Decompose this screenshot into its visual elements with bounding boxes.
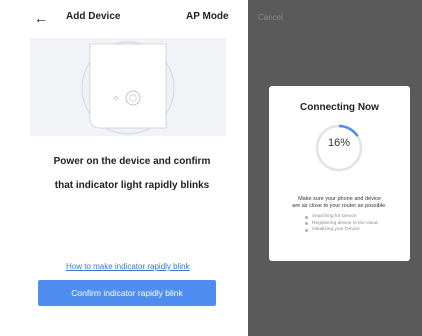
connecting-screen: Cancel Connecting Now 16% Make sure your… [248,0,422,336]
instruction-line-2: that indicator light rapidly blinks [54,180,210,191]
step-label: Initializing your Device [312,227,360,232]
top-bar: ← Add Device AP Mode [0,0,244,38]
confirm-blink-button[interactable]: Confirm indicator rapidly blink [38,280,216,306]
mode-label[interactable]: AP Mode [186,11,229,22]
app-stage: ← Add Device AP Mode Power on the device… [0,0,422,336]
step-list: Searching for Device Registering device … [305,214,378,234]
cancel-button[interactable]: Cancel [258,13,283,22]
instruction-line-1: Power on the device and confirm [53,156,211,167]
arrow-left-icon[interactable]: ← [34,10,48,26]
message-line-2: are as close to your router as possible. [292,203,387,209]
page-title: Add Device [66,11,121,22]
message-line-1: Make sure your phone and device [298,196,381,202]
bullet-icon [305,222,308,226]
progress-percent: 16% [327,137,351,149]
bullet-icon [305,228,308,232]
device-indicator-illustration [30,38,226,136]
dialog-title: Connecting Now [300,102,379,113]
step-item: Initializing your Device [305,227,378,234]
bullet-icon [305,215,308,219]
connecting-dialog: Connecting Now 16% Make sure your phone … [269,86,410,261]
help-link[interactable]: How to make indicator rapidly blink [66,262,190,271]
add-device-screen: ← Add Device AP Mode Power on the device… [0,0,244,336]
